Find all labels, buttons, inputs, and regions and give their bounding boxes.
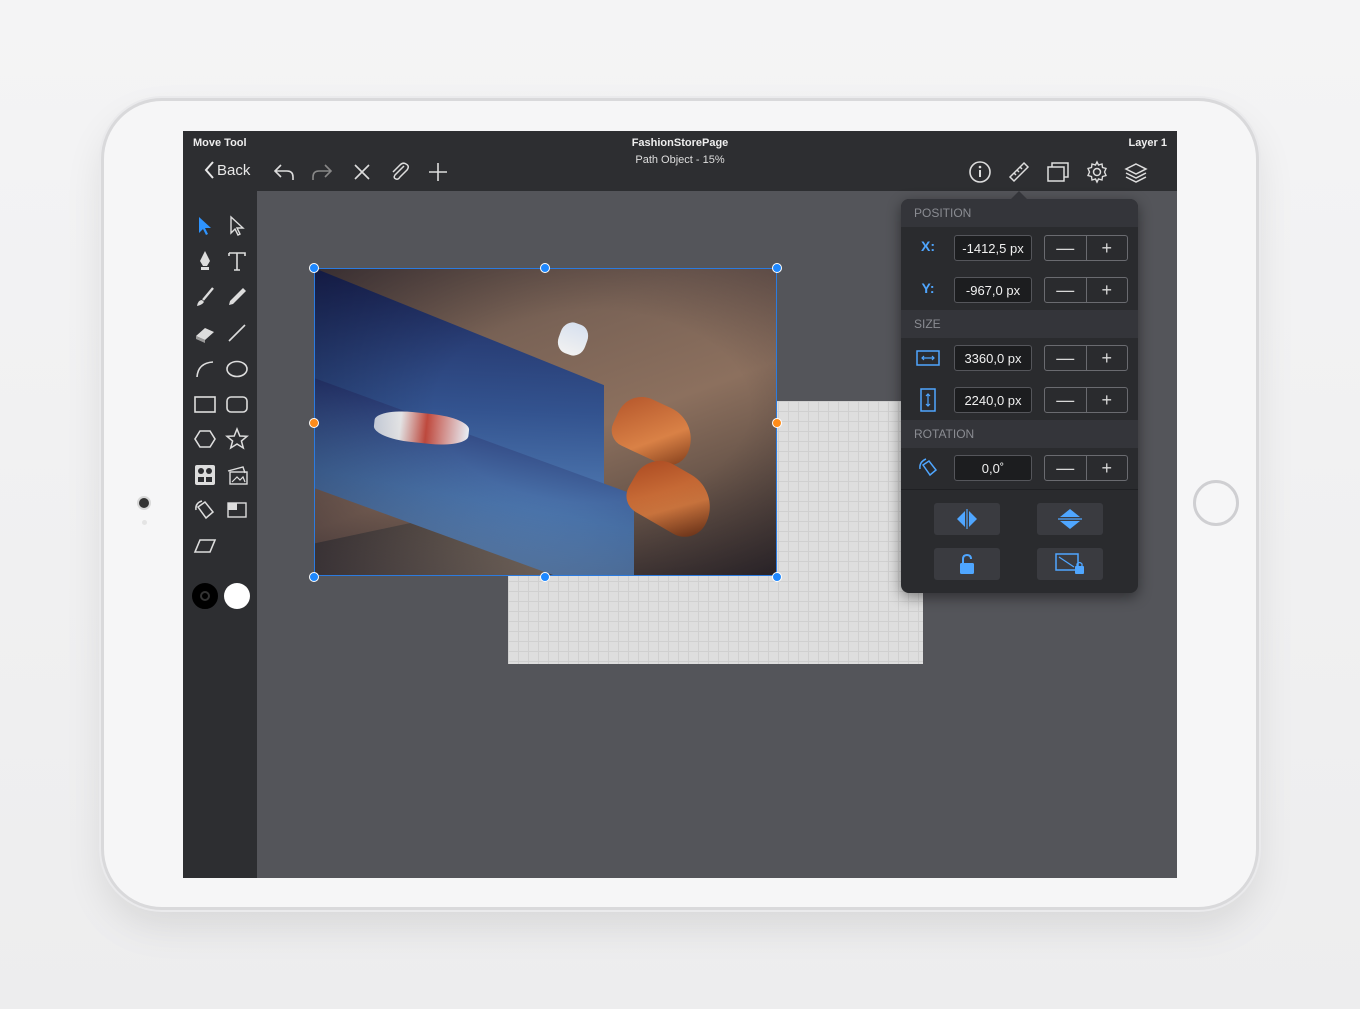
move-tool-icon[interactable] [193,214,217,238]
layers-icon[interactable] [1124,160,1148,184]
redo-icon[interactable] [310,160,334,184]
rectangle-tool-icon[interactable] [193,392,217,416]
y-label: Y: [921,280,935,296]
rotation-decrement-button[interactable]: — [1045,456,1087,480]
app-screen: Move Tool FashionStorePage Path Object -… [183,131,1177,878]
resize-handle-left[interactable] [309,418,319,428]
width-stepper: — + [1044,345,1128,371]
geometry-popover: POSITION X: -1412,5 px — + Y: -967,0 px … [901,191,1138,593]
rotation-value-field[interactable]: 0,0˚ [954,455,1032,481]
width-decrement-button[interactable]: — [1045,346,1087,370]
lock-aspect-button[interactable] [1037,548,1103,580]
resize-handle-right[interactable] [772,418,782,428]
resize-handle-top-right[interactable] [772,263,782,273]
flip-horizontal-button[interactable] [934,503,1000,535]
camera-icon [139,498,149,508]
flip-horizontal-icon [957,509,977,529]
resize-handle-bottom-left[interactable] [309,572,319,582]
ruler-icon[interactable] [1007,160,1031,184]
gear-icon[interactable] [1085,160,1109,184]
width-icon [915,345,941,371]
paperclip-icon[interactable] [388,160,412,184]
rotation-heading: ROTATION [901,420,1138,448]
layer-label[interactable]: Layer 1 [1128,137,1167,149]
tools-sidebar [183,191,257,878]
flip-vertical-icon [1058,509,1082,529]
resize-handle-top-left[interactable] [309,263,319,273]
position-heading: POSITION [901,199,1138,227]
x-decrement-button[interactable]: — [1045,236,1087,260]
y-stepper: — + [1044,277,1128,303]
brush-tool-icon[interactable] [193,285,217,309]
skew-tool-icon[interactable] [193,534,217,558]
back-button[interactable]: Back [203,160,250,180]
line-tool-icon[interactable] [225,321,249,345]
size-heading: SIZE [901,310,1138,338]
image-import-tool-icon[interactable] [225,463,249,487]
document-title: FashionStorePage [631,137,729,149]
unlock-icon [960,553,974,574]
height-decrement-button[interactable]: — [1045,388,1087,412]
x-increment-button[interactable]: + [1087,236,1128,260]
text-tool-icon[interactable] [225,249,249,273]
pen-tool-icon[interactable] [193,249,217,273]
arc-tool-icon[interactable] [193,357,217,381]
undo-icon[interactable] [272,160,296,184]
lock-aspect-icon [1055,553,1084,574]
image-grid-tool-icon[interactable] [193,463,217,487]
selection-box [314,268,777,576]
resize-handle-bottom[interactable] [540,572,550,582]
direct-select-tool-icon[interactable] [225,214,249,238]
chevron-left-icon [204,161,214,179]
x-value-field[interactable]: -1412,5 px [954,235,1032,261]
rounded-rect-tool-icon[interactable] [225,392,249,416]
rotation-stepper: — + [1044,455,1128,481]
rotation-increment-button[interactable]: + [1087,456,1128,480]
hexagon-tool-icon[interactable] [193,427,217,451]
stroke-color-swatch[interactable] [192,583,218,609]
window-icon[interactable] [1046,160,1070,184]
top-toolbar: Move Tool FashionStorePage Path Object -… [183,131,1177,191]
back-label: Back [217,161,251,179]
close-icon[interactable] [350,160,374,184]
resize-handle-bottom-right[interactable] [772,572,782,582]
width-increment-button[interactable]: + [1087,346,1128,370]
height-increment-button[interactable]: + [1087,388,1128,412]
star-tool-icon[interactable] [225,426,249,451]
ellipse-tool-icon[interactable] [225,357,249,381]
pencil-tool-icon[interactable] [225,285,249,309]
resize-handle-top[interactable] [540,263,550,273]
x-stepper: — + [1044,235,1128,261]
y-decrement-button[interactable]: — [1045,278,1087,302]
sensor-dot [142,520,147,525]
y-value-field[interactable]: -967,0 px [954,277,1032,303]
x-label: X: [921,238,935,254]
rotation-icon [915,455,941,481]
width-value-field[interactable]: 3360,0 px [954,345,1032,371]
y-increment-button[interactable]: + [1087,278,1128,302]
fill-color-swatch[interactable] [224,583,250,609]
info-icon[interactable] [968,160,992,184]
rotate-tool-icon[interactable] [193,498,217,522]
resize-tool-icon[interactable] [225,498,249,522]
height-icon [915,387,941,413]
height-value-field[interactable]: 2240,0 px [954,387,1032,413]
plus-icon[interactable] [426,160,450,184]
home-button[interactable] [1193,480,1239,526]
unlock-button[interactable] [934,548,1000,580]
height-stepper: — + [1044,387,1128,413]
flip-vertical-button[interactable] [1037,503,1103,535]
eraser-tool-icon[interactable] [193,321,217,345]
